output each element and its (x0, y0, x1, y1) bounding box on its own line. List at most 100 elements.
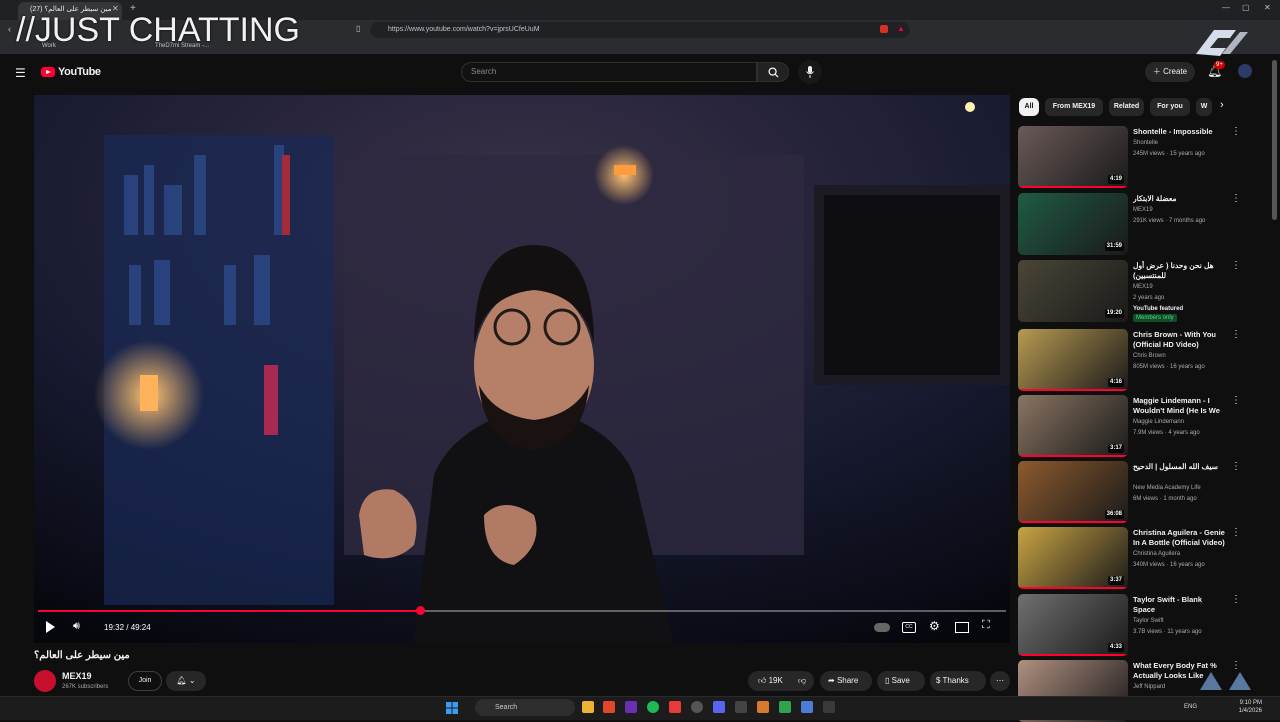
related-video-title[interactable]: Maggie Lindemann - I Wouldn't Mind (He I… (1133, 396, 1225, 416)
create-label: Create (1163, 67, 1188, 76)
chip-all[interactable]: All (1019, 98, 1039, 116)
more-vertical-icon[interactable]: ⋮ (1231, 330, 1241, 340)
chip-related[interactable]: Related (1109, 98, 1144, 116)
taskbar-search-label: Search (495, 704, 518, 711)
volume-icon[interactable]: 🔊︎ (73, 620, 80, 633)
more-vertical-icon[interactable]: ⋮ (1231, 127, 1241, 137)
play-icon[interactable] (46, 621, 55, 633)
create-button[interactable]: ＋ Create (1145, 62, 1195, 82)
obs-icon[interactable] (691, 701, 703, 713)
search-button[interactable] (757, 62, 789, 82)
more-vertical-icon[interactable]: ⋮ (1231, 528, 1241, 538)
related-thumbnail[interactable]: 4:16 (1018, 329, 1128, 391)
related-channel-name[interactable]: Shontelle (1133, 139, 1225, 147)
autoplay-toggle[interactable] (874, 623, 890, 632)
related-channel-name[interactable]: MEX19 (1133, 206, 1225, 214)
clock[interactable]: 9:10 PM 1/4/2026 (1232, 699, 1262, 715)
settings-gear-icon[interactable]: ⚙ (929, 619, 940, 633)
related-video-title[interactable]: Christina Aguilera - Genie In A Bottle (… (1133, 528, 1225, 548)
minimize-icon[interactable]: — (1222, 3, 1230, 12)
search-icon (768, 67, 779, 78)
related-video-title[interactable]: Taylor Swift - Blank Space (1133, 595, 1225, 615)
related-thumbnail[interactable]: 31:59 (1018, 193, 1128, 255)
dislike-button[interactable]: 👎︎ (792, 671, 812, 691)
rewards-icon[interactable]: ▲ (897, 24, 905, 33)
language-indicator[interactable]: ENG (1184, 704, 1197, 710)
channel-name[interactable]: MEX19 (62, 671, 92, 681)
join-button[interactable]: Join (128, 671, 162, 691)
windows-start-icon[interactable] (446, 701, 458, 714)
related-thumbnail[interactable]: 4:19 (1018, 126, 1128, 188)
related-channel-name[interactable]: New Media Academy Life (1133, 484, 1225, 492)
discord-icon[interactable] (713, 701, 725, 713)
share-button[interactable]: ➦ Share (820, 671, 872, 691)
url-field[interactable]: https://www.youtube.com/watch?v=jprsUCfe… (370, 22, 910, 38)
related-channel-name[interactable]: Taylor Swift (1133, 617, 1225, 625)
miniplayer-icon[interactable] (955, 622, 969, 633)
app-icon-green[interactable] (779, 701, 791, 713)
notification-badge: 9+ (1214, 61, 1225, 69)
youtube-logo-icon[interactable] (41, 67, 55, 77)
related-thumbnail[interactable]: 19:20 (1018, 260, 1128, 322)
related-thumbnail[interactable]: 3:37 (1018, 527, 1128, 589)
share-label: Share (836, 676, 859, 685)
captions-icon[interactable]: CC (902, 622, 916, 633)
more-vertical-icon[interactable]: ⋮ (1231, 462, 1241, 472)
app-icon-red[interactable] (669, 701, 681, 713)
thanks-button[interactable]: $ Thanks (930, 671, 986, 691)
related-channel-name[interactable]: Christina Aguilera (1133, 550, 1225, 558)
file-explorer-icon[interactable] (582, 701, 594, 713)
search-input[interactable]: Search (461, 62, 757, 82)
brave-browser-icon[interactable] (603, 701, 615, 713)
more-vertical-icon[interactable]: ⋮ (1231, 261, 1241, 271)
related-video-title[interactable]: Chris Brown - With You (Official HD Vide… (1133, 330, 1225, 350)
menu-icon[interactable]: ☰ (15, 66, 26, 80)
account-avatar[interactable] (1238, 64, 1252, 78)
video-duration: 3:17 (1107, 444, 1124, 453)
watched-progress-bar (1018, 654, 1128, 656)
chip-for-you[interactable]: For you (1150, 98, 1190, 116)
fullscreen-icon[interactable]: ⛶ (982, 619, 990, 632)
app-icon-orange[interactable] (757, 701, 769, 713)
kick-app-icon[interactable] (625, 701, 637, 713)
video-player[interactable] (34, 95, 1010, 643)
related-video-meta: 2 years ago (1133, 295, 1165, 301)
youtube-logo-text[interactable]: YouTube (58, 66, 101, 78)
subscribed-bell-button[interactable]: 🔔︎ ⌄ (166, 671, 206, 691)
related-video-meta: 805M views · 16 years ago (1133, 364, 1205, 370)
video-duration: 4:19 (1107, 175, 1124, 184)
brave-shield-icon[interactable] (880, 25, 888, 33)
chip-from-channel[interactable]: From MEX19 (1045, 98, 1103, 116)
window-close-icon[interactable]: ✕ (1264, 3, 1271, 12)
more-vertical-icon[interactable]: ⋮ (1231, 194, 1241, 204)
terminal-icon[interactable] (735, 701, 747, 713)
related-video-title[interactable]: هل نحن وحدنا ( عرض أول للمنتسبين) (1133, 261, 1225, 281)
related-video-title[interactable]: Shontelle - Impossible (1133, 127, 1225, 137)
voice-search-button[interactable] (798, 60, 822, 84)
related-thumbnail[interactable]: 4:33 (1018, 594, 1128, 656)
related-channel-name[interactable]: Chris Brown (1133, 352, 1225, 360)
app-icon-gray[interactable] (823, 701, 835, 713)
maximize-icon[interactable]: ▢ (1242, 3, 1250, 12)
more-vertical-icon[interactable]: ⋮ (1231, 595, 1241, 605)
back-icon[interactable]: ‹ (8, 24, 11, 34)
more-vertical-icon[interactable]: ⋮ (1231, 396, 1241, 406)
more-horizontal-icon: ⋯ (996, 676, 1004, 685)
spotify-icon[interactable] (647, 701, 659, 713)
page-scrollbar[interactable] (1272, 60, 1277, 220)
more-actions-button[interactable]: ⋯ (990, 671, 1010, 691)
channel-avatar[interactable] (34, 670, 56, 692)
related-thumbnail[interactable]: 36:08 (1018, 461, 1128, 523)
app-icon-blue[interactable] (801, 701, 813, 713)
save-button[interactable]: ▯ Save (877, 671, 925, 691)
more-vertical-icon[interactable]: ⋮ (1231, 661, 1241, 671)
related-thumbnail[interactable]: 3:17 (1018, 395, 1128, 457)
related-channel-name[interactable]: MEX19 (1133, 283, 1225, 291)
chevron-right-icon[interactable]: › (1220, 99, 1224, 111)
taskbar-search[interactable]: Search (475, 699, 575, 716)
related-channel-name[interactable]: Maggie Lindemann (1133, 418, 1225, 426)
chip-watched[interactable]: W (1196, 98, 1212, 116)
related-video-title[interactable]: معضلة الابتكار (1133, 194, 1225, 204)
bookmark-icon[interactable]: ▯ (356, 24, 360, 33)
related-video-title[interactable]: سيف الله المسلول | الدحيح (1133, 462, 1225, 472)
